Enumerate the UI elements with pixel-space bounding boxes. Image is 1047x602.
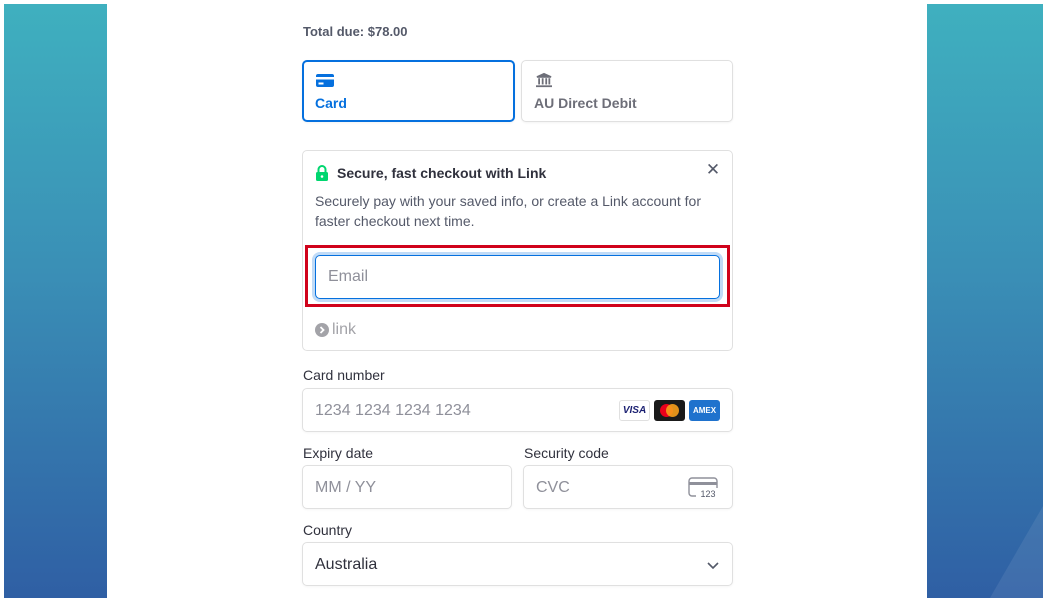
card-number-placeholder: 1234 1234 1234 1234 — [315, 402, 471, 419]
email-input[interactable] — [315, 255, 720, 299]
country-value: Australia — [315, 556, 378, 573]
mastercard-icon — [654, 400, 685, 421]
expiry-date-label: Expiry date — [303, 445, 374, 461]
card-icon — [316, 74, 334, 87]
card-number-label: Card number — [303, 367, 385, 383]
expiry-date-field[interactable]: MM / YY — [302, 465, 512, 509]
expiry-date-placeholder: MM / YY — [315, 479, 377, 496]
security-code-placeholder: CVC — [536, 479, 570, 496]
link-header: Secure, fast checkout with Link — [315, 165, 546, 181]
tab-card-label: Card — [315, 95, 347, 111]
security-code-field[interactable]: CVC 123 — [523, 465, 733, 509]
checkout-page: Total due: $78.00 Card AU Direct Debit S… — [0, 0, 1047, 602]
total-due: Total due: $78.00 — [303, 24, 408, 39]
background-right — [927, 4, 1043, 598]
bank-icon — [536, 72, 552, 88]
card-brands: VISA AMEX — [619, 400, 720, 421]
tab-au-direct-debit[interactable]: AU Direct Debit — [521, 60, 733, 122]
link-description: Securely pay with your saved info, or cr… — [315, 193, 701, 229]
link-arrow-icon — [315, 323, 329, 337]
cvc-card-icon: 123 — [688, 477, 720, 499]
card-number-field[interactable]: 1234 1234 1234 1234 VISA AMEX — [302, 388, 733, 432]
security-code-label: Security code — [524, 445, 609, 461]
country-label: Country — [303, 522, 353, 538]
link-checkout-box: Secure, fast checkout with Link ✕ Secure… — [302, 150, 733, 351]
background-left — [4, 4, 107, 598]
link-logo: link — [315, 321, 356, 339]
tab-card[interactable]: Card — [302, 60, 515, 122]
tab-au-direct-debit-label: AU Direct Debit — [534, 95, 637, 111]
close-icon[interactable]: ✕ — [704, 161, 722, 179]
chevron-down-icon — [707, 562, 719, 570]
cvc-icon-text: 123 — [700, 489, 715, 499]
visa-icon: VISA — [619, 400, 650, 421]
country-select[interactable]: Australia — [302, 542, 733, 586]
link-title: Secure, fast checkout with Link — [337, 165, 547, 181]
amex-icon: AMEX — [689, 400, 720, 421]
link-logo-text: link — [332, 321, 357, 338]
lock-icon — [316, 165, 328, 181]
